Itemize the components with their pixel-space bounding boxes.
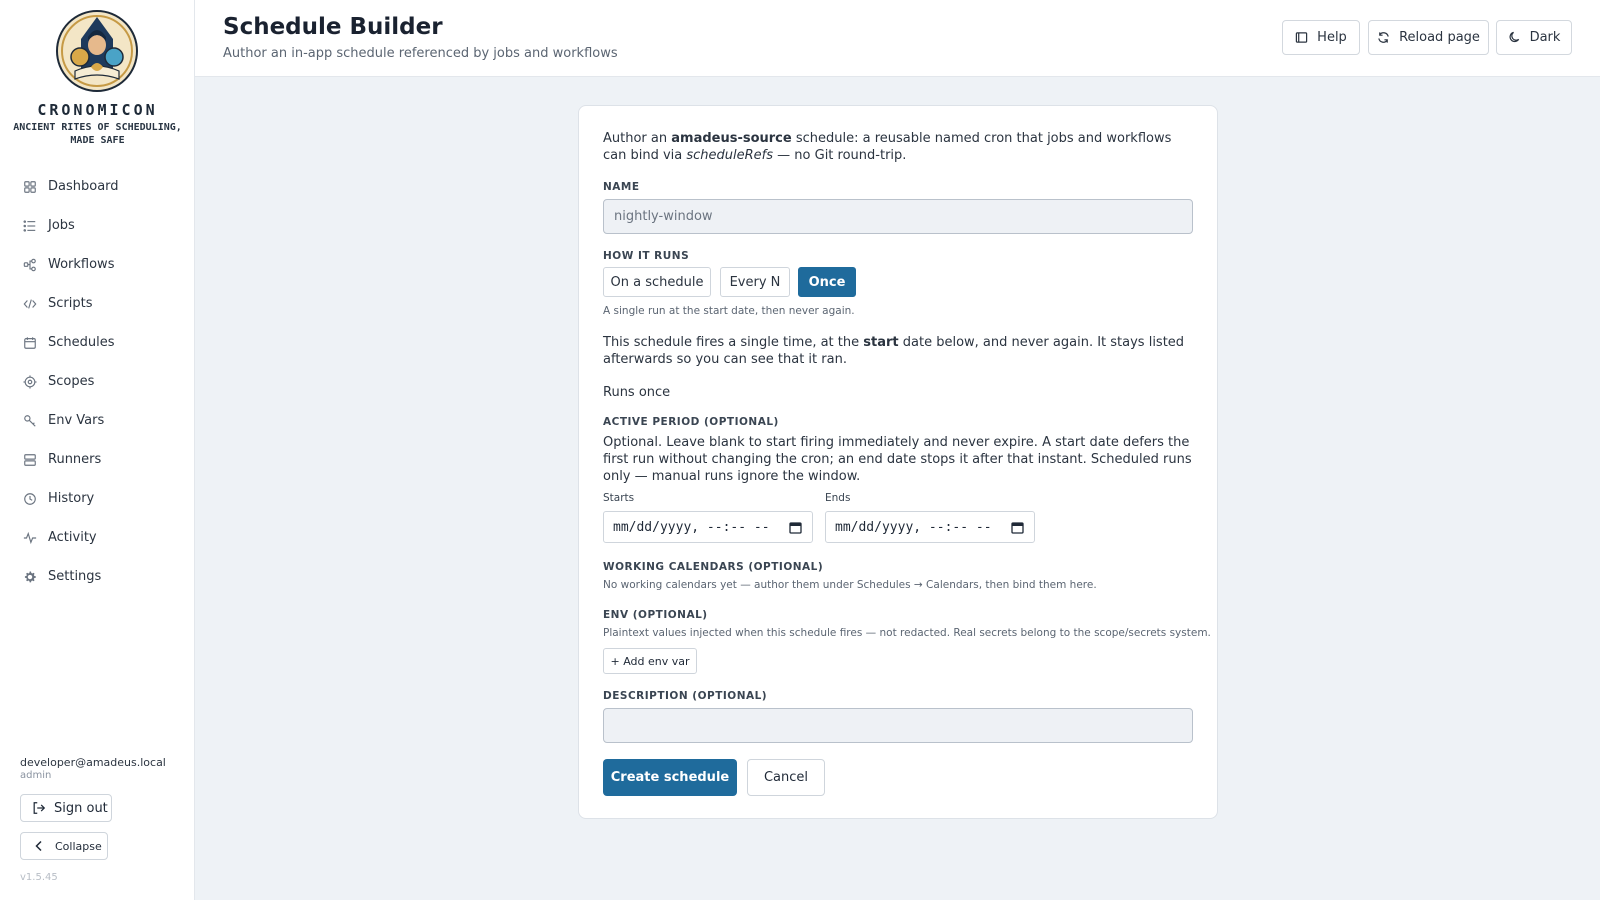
intro-source-name: amadeus-source: [671, 131, 792, 146]
sidebar-item-scripts[interactable]: Scripts: [0, 284, 195, 323]
clock-icon: [22, 491, 38, 507]
active-period-help: Optional. Leave blank to start firing im…: [603, 435, 1192, 484]
sidebar: CRONOMICON ANCIENT RITES OF SCHEDULING, …: [0, 0, 195, 900]
list-icon: [22, 218, 38, 234]
env-help: Plaintext values injected when this sche…: [603, 627, 1211, 639]
grid-icon: [22, 179, 38, 195]
code-icon: [22, 296, 38, 312]
sidebar-item-label: Activity: [48, 530, 97, 545]
env-label: ENV (OPTIONAL): [603, 609, 708, 621]
sidebar-item-label: Schedules: [48, 335, 115, 350]
ends-placeholder: mm/dd/yyyy, --:-- --: [835, 519, 992, 535]
sidebar-item-history[interactable]: History: [0, 479, 195, 518]
mode-on-a-schedule-button[interactable]: On a schedule: [603, 267, 711, 297]
starts-datetime-input[interactable]: mm/dd/yyyy, --:-- --: [603, 511, 813, 543]
dark-mode-label: Dark: [1529, 30, 1561, 45]
working-calendars-label: WORKING CALENDARS (OPTIONAL): [603, 561, 824, 573]
gear-icon: [22, 569, 38, 585]
description-label: DESCRIPTION (OPTIONAL): [603, 690, 768, 702]
moon-icon: [1509, 31, 1519, 43]
refresh-icon: [1378, 32, 1389, 43]
help-button[interactable]: Help: [1282, 20, 1360, 55]
sidebar-item-label: History: [48, 491, 95, 506]
brand-name: CRONOMICON: [37, 101, 158, 119]
server-icon: [22, 452, 38, 468]
sidebar-item-env-vars[interactable]: Env Vars: [0, 401, 195, 440]
dark-mode-button[interactable]: Dark: [1496, 20, 1572, 55]
collapse-button[interactable]: Collapse: [20, 832, 108, 860]
collapse-label: Collapse: [55, 839, 102, 853]
page-header: Schedule Builder Author an in-app schedu…: [195, 0, 1600, 77]
page-title: Schedule Builder: [223, 14, 443, 40]
ends-datetime-input[interactable]: mm/dd/yyyy, --:-- --: [825, 511, 1035, 543]
intro-text: — no Git round-trip.: [773, 148, 907, 163]
target-icon: [22, 374, 38, 390]
working-calendars-help: No working calendars yet — author them u…: [603, 579, 1097, 591]
ends-label: Ends: [825, 492, 851, 504]
sidebar-item-dashboard[interactable]: Dashboard: [0, 167, 195, 206]
app-version: v1.5.45: [20, 872, 58, 883]
sidebar-item-workflows[interactable]: Workflows: [0, 245, 195, 284]
page-subtitle: Author an in-app schedule referenced by …: [223, 46, 618, 61]
schedule-form-card: Author an amadeus-source schedule: a reu…: [578, 105, 1218, 819]
sidebar-item-runners[interactable]: Runners: [0, 440, 195, 479]
calendar-icon[interactable]: [789, 521, 802, 534]
sign-out-label: Sign out: [54, 800, 108, 816]
sidebar-item-settings[interactable]: Settings: [0, 557, 195, 596]
user-email: developer@amadeus.local: [20, 756, 166, 769]
cronomicon-logo: [55, 9, 139, 93]
mode-every-n-button[interactable]: Every N: [720, 267, 790, 297]
once-text: This schedule fires a single time, at th…: [603, 335, 864, 350]
sign-out-button[interactable]: Sign out: [20, 794, 112, 822]
sidebar-item-activity[interactable]: Activity: [0, 518, 195, 557]
sidebar-item-label: Jobs: [48, 218, 75, 233]
starts-placeholder: mm/dd/yyyy, --:-- --: [613, 519, 770, 535]
description-input[interactable]: [603, 708, 1193, 743]
sidebar-item-label: Workflows: [48, 257, 115, 272]
sidebar-item-label: Env Vars: [48, 413, 105, 428]
name-label: NAME: [603, 181, 640, 193]
starts-label: Starts: [603, 492, 635, 504]
reload-label: Reload page: [1399, 30, 1480, 45]
name-input[interactable]: nightly-window: [603, 199, 1193, 234]
calendar-icon: [22, 335, 38, 351]
chevron-left-icon: [35, 840, 42, 852]
mode-once-button[interactable]: Once: [798, 267, 856, 297]
sidebar-item-label: Settings: [48, 569, 102, 584]
reload-page-button[interactable]: Reload page: [1368, 20, 1489, 55]
sign-out-icon: [33, 802, 46, 814]
sidebar-item-label: Scripts: [48, 296, 93, 311]
create-schedule-button[interactable]: Create schedule: [603, 759, 737, 796]
key-icon: [22, 413, 38, 429]
add-env-var-button[interactable]: + Add env var: [603, 648, 697, 674]
active-period-label: ACTIVE PERIOD (OPTIONAL): [603, 416, 779, 428]
activity-icon: [22, 530, 38, 546]
sidebar-item-scopes[interactable]: Scopes: [0, 362, 195, 401]
intro-text: Author an: [603, 131, 672, 146]
sidebar-item-label: Dashboard: [48, 179, 119, 194]
sidebar-nav: Dashboard Jobs Workflows Scripts Schedul…: [0, 167, 195, 596]
sidebar-item-label: Runners: [48, 452, 102, 467]
sidebar-item-schedules[interactable]: Schedules: [0, 323, 195, 362]
cancel-button[interactable]: Cancel: [747, 759, 825, 796]
workflow-icon: [22, 257, 38, 273]
once-description: This schedule fires a single time, at th…: [603, 334, 1193, 368]
runs-summary: Runs once: [603, 385, 671, 400]
once-start-word: start: [863, 335, 899, 350]
intro-schedule-refs: scheduleRefs: [686, 148, 774, 163]
sidebar-item-jobs[interactable]: Jobs: [0, 206, 195, 245]
calendar-icon[interactable]: [1011, 521, 1024, 534]
sidebar-item-label: Scopes: [48, 374, 95, 389]
how-it-runs-label: HOW IT RUNS: [603, 250, 690, 262]
user-role: admin: [20, 770, 52, 781]
form-intro: Author an amadeus-source schedule: a reu…: [603, 130, 1193, 164]
book-icon: [1295, 32, 1308, 43]
mode-hint: A single run at the start date, then nev…: [603, 305, 855, 317]
help-label: Help: [1317, 30, 1347, 45]
brand-tagline: ANCIENT RITES OF SCHEDULING, MADE SAFE: [13, 122, 182, 146]
